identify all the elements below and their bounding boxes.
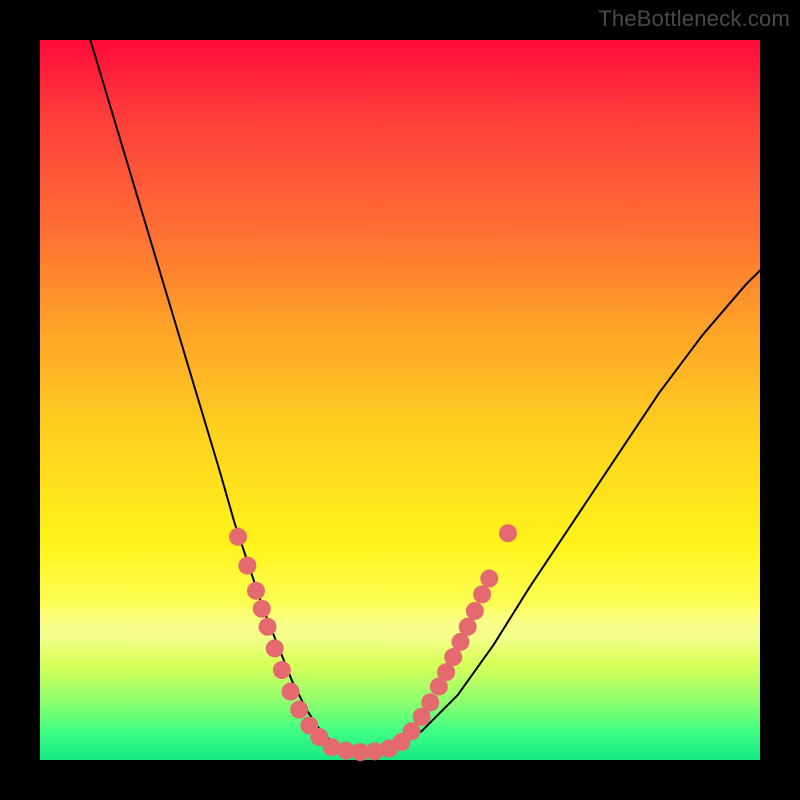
data-point	[480, 570, 498, 588]
data-point	[253, 600, 271, 618]
data-point	[273, 661, 291, 679]
data-point	[473, 585, 491, 603]
data-point	[238, 557, 256, 575]
data-point	[282, 683, 300, 701]
data-point	[266, 639, 284, 657]
bottleneck-curve	[90, 40, 760, 753]
data-point	[459, 618, 477, 636]
data-point	[466, 602, 484, 620]
watermark-text: TheBottleneck.com	[598, 6, 790, 32]
curve-path	[90, 40, 760, 753]
data-point	[247, 582, 265, 600]
data-point	[290, 701, 308, 719]
plot-area	[40, 40, 760, 760]
data-point	[421, 693, 439, 711]
data-point	[499, 524, 517, 542]
data-point	[229, 528, 247, 546]
data-point-markers	[229, 524, 517, 761]
chart-svg	[40, 40, 760, 760]
chart-frame: TheBottleneck.com	[0, 0, 800, 800]
data-point	[259, 618, 277, 636]
